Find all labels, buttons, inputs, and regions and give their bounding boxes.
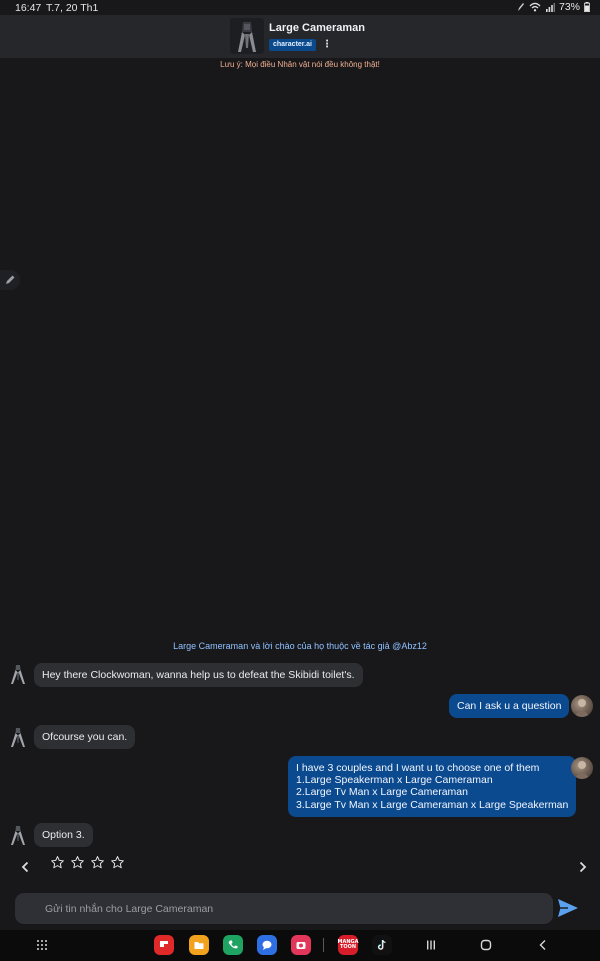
recents-button[interactable] xyxy=(425,939,437,951)
message-line: I have 3 couples and I want u to choose … xyxy=(296,762,540,774)
mangatoon-label-line: TOON xyxy=(339,944,357,950)
message-text: Hey there Clockwoman, wanna help us to d… xyxy=(42,669,355,681)
pen-icon xyxy=(517,3,524,11)
message-input[interactable] xyxy=(15,893,553,924)
chevron-left-icon xyxy=(21,861,29,873)
next-response-button[interactable] xyxy=(576,860,590,874)
message-text: Ofcourse you can. xyxy=(42,731,128,743)
status-bar: 16:47 T.7, 20 Th1 73% xyxy=(0,0,600,15)
user-avatar-image xyxy=(574,761,590,779)
message-bubble-user[interactable]: Can I ask u a question xyxy=(449,694,570,719)
star-icon[interactable] xyxy=(70,855,85,870)
message-bubble-bot[interactable]: Option 3. xyxy=(34,823,93,848)
home-button[interactable] xyxy=(480,939,492,951)
cameraman-avatar-icon xyxy=(230,18,264,54)
system-nav-bar: MANGA TOON xyxy=(0,930,600,961)
app-drawer-icon[interactable] xyxy=(36,939,48,951)
phone-icon[interactable] xyxy=(223,935,243,955)
message-bubble-user[interactable]: I have 3 couples and I want u to choose … xyxy=(288,756,577,817)
send-button[interactable] xyxy=(556,896,580,920)
character-avatar[interactable] xyxy=(230,18,264,54)
status-time: 16:47 xyxy=(15,2,42,14)
edit-button[interactable] xyxy=(0,270,20,290)
star-icon[interactable] xyxy=(90,855,105,870)
chevron-right-icon xyxy=(579,861,587,873)
bot-avatar[interactable] xyxy=(8,663,28,685)
tiktok-icon[interactable] xyxy=(372,935,392,955)
star-icon[interactable] xyxy=(110,855,125,870)
chat-header: Large Cameraman character.ai ⋮ xyxy=(0,15,600,58)
message-bubble-bot[interactable]: Hey there Clockwoman, wanna help us to d… xyxy=(34,663,363,688)
star-icon[interactable] xyxy=(50,855,65,870)
flipboard-icon[interactable] xyxy=(154,935,174,955)
dock-divider xyxy=(323,938,324,952)
battery-level: 73% xyxy=(558,1,580,13)
message-text: Can I ask u a question xyxy=(457,700,562,712)
user-avatar[interactable] xyxy=(571,695,593,717)
bot-avatar[interactable] xyxy=(8,726,28,748)
more-vert-icon[interactable]: ⋮ xyxy=(322,39,332,51)
rating-stars xyxy=(50,855,125,870)
messages-icon[interactable] xyxy=(257,935,277,955)
wifi-icon xyxy=(529,2,541,12)
back-button[interactable] xyxy=(537,939,549,951)
send-icon xyxy=(558,899,578,917)
character-name[interactable]: Large Cameraman xyxy=(269,22,365,34)
greeting-attribution: Large Cameraman và lời chào của họ thuộc… xyxy=(173,641,427,651)
message-line: 2.Large Tv Man x Large Cameraman xyxy=(296,786,468,799)
status-icons: 73% xyxy=(517,1,590,13)
signal-icon xyxy=(545,3,555,12)
mangatoon-icon[interactable]: MANGA TOON xyxy=(338,935,359,955)
previous-response-button[interactable] xyxy=(18,860,32,874)
user-avatar[interactable] xyxy=(571,757,593,779)
bot-avatar[interactable] xyxy=(8,824,28,846)
files-icon[interactable] xyxy=(189,935,209,955)
disclaimer-text: Lưu ý: Mọi điều Nhân vật nói đều không t… xyxy=(220,60,380,69)
pencil-icon xyxy=(6,275,15,284)
status-date: T.7, 20 Th1 xyxy=(46,2,99,14)
brand-badge: character.ai xyxy=(269,39,316,51)
message-line: 1.Large Speakerman x Large Cameraman xyxy=(296,774,493,787)
message-bubble-bot[interactable]: Ofcourse you can. xyxy=(34,725,136,750)
battery-icon xyxy=(584,2,590,12)
message-text: Option 3. xyxy=(42,829,85,841)
message-line: 3.Large Tv Man x Large Cameraman x Large… xyxy=(296,798,569,811)
camera-icon[interactable] xyxy=(291,935,311,955)
user-avatar-image xyxy=(574,699,590,717)
